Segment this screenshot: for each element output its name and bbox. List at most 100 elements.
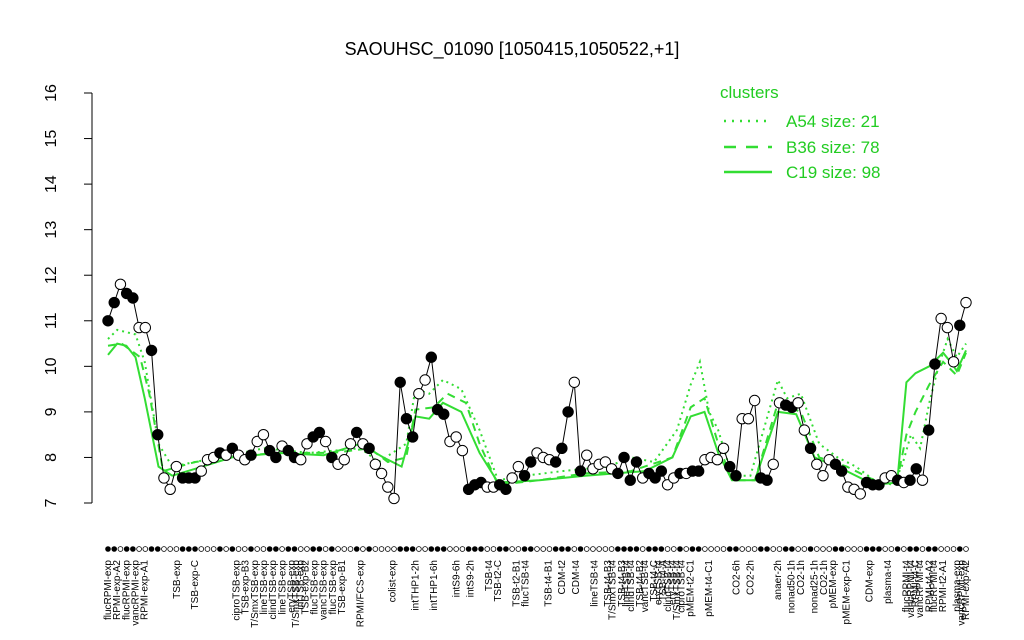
data-point (344, 438, 357, 450)
data-point (711, 454, 724, 466)
rug-mark (876, 546, 882, 552)
data-point (413, 387, 425, 400)
y-tick-label: 9 (43, 407, 60, 416)
rug-mark (341, 546, 348, 552)
rug-mark (677, 546, 683, 552)
data-point (761, 474, 773, 486)
x-tick-label: anaer-2h (773, 560, 784, 600)
rug-mark (559, 546, 565, 552)
data-point (400, 413, 413, 425)
rug-mark (198, 546, 205, 552)
rug-mark (403, 546, 410, 552)
data-point (562, 406, 574, 418)
x-tick-label: intS9-6h (452, 560, 463, 597)
rug-mark (851, 546, 857, 552)
x-tick-label: colist-exp (388, 560, 399, 603)
x-tick-label: intTHP1-6h (429, 560, 440, 611)
data-point (152, 428, 164, 441)
x-tick-label: CO2-6h (732, 560, 743, 595)
rug-mark (726, 546, 733, 552)
rug-mark (310, 546, 316, 552)
data-point (748, 394, 761, 407)
x-tick-label: RPMI-t2-A1 (938, 560, 949, 613)
x-axis-labels: flucRPMI-expRPMI-exp-A2flucRPMI-expvancR… (103, 560, 972, 628)
data-point (313, 426, 326, 439)
rug-mark (907, 546, 913, 552)
rug-mark (105, 546, 111, 552)
data-point (724, 460, 736, 473)
rug-mark (384, 546, 391, 552)
y-tick-label: 10 (43, 357, 60, 375)
rug-mark (142, 546, 149, 552)
rug-mark (260, 546, 267, 552)
rug-mark (148, 546, 155, 552)
rug-mark (472, 546, 478, 552)
x-tick-label: CO2-1h (796, 560, 807, 595)
rug-mark (521, 546, 528, 552)
rug-mark (527, 546, 534, 552)
y-axis: 7 8 9 10 11 12 13 14 15 16 (43, 84, 92, 507)
rug-mark (509, 546, 515, 552)
y-tick-label: 7 (43, 498, 60, 507)
data-point (854, 488, 867, 500)
data-point (338, 454, 350, 466)
rug-mark (210, 546, 217, 552)
rug-mark (223, 546, 229, 552)
rug-mark (484, 546, 491, 552)
rug-mark (901, 546, 907, 552)
x-tick-label: CDM-exp (865, 560, 876, 603)
rug-mark (646, 546, 652, 552)
data-point (947, 356, 960, 368)
rug-mark (963, 546, 969, 552)
rug-mark (515, 546, 522, 552)
data-point (910, 463, 922, 475)
data-point (835, 465, 848, 477)
rug-mark (173, 546, 180, 552)
rug-mark (838, 546, 845, 552)
data-point (270, 451, 282, 464)
rug-mark (689, 546, 696, 552)
data-point (512, 460, 525, 473)
data-point (929, 358, 941, 370)
x-tick-label: pMEM-t4-C1 (704, 560, 715, 617)
data-point (388, 492, 400, 505)
rug-mark (658, 546, 665, 552)
x-tick-label: pMEM-t2-C1 (686, 560, 697, 617)
data-point (717, 442, 730, 455)
rug-mark (845, 546, 851, 552)
data-point (817, 469, 829, 482)
rug-mark (490, 546, 497, 552)
data-point (195, 465, 207, 477)
rug-mark (304, 546, 310, 552)
rug-mark (720, 546, 727, 552)
data-point (935, 312, 947, 325)
rug-mark (702, 546, 708, 552)
data-point (954, 319, 966, 332)
rug-mark (297, 546, 304, 552)
data-point (692, 465, 705, 477)
data-point (941, 321, 954, 334)
x-tick-label: pMEM-exp (828, 560, 839, 609)
rug-mark (932, 546, 938, 552)
rug-mark (478, 546, 484, 552)
data-point (350, 426, 363, 439)
data-point (518, 469, 531, 482)
rug-mark (925, 546, 932, 552)
data-point (798, 424, 811, 436)
data-point (904, 474, 916, 486)
rug-mark (186, 546, 192, 552)
rug-mark (241, 546, 248, 552)
rug-mark (422, 546, 428, 552)
data-point (922, 424, 935, 436)
rug-mark (739, 546, 745, 552)
rug-mark (577, 546, 584, 552)
data-point (319, 435, 332, 448)
legend-entry-c19: C19 size: 98 (786, 163, 881, 182)
data-point (108, 296, 120, 309)
data-point (158, 472, 170, 484)
rug-mark (154, 546, 161, 552)
rug-mark (123, 546, 130, 552)
rug-mark (329, 546, 335, 552)
rug-mark (764, 546, 770, 552)
rug-mark (708, 546, 714, 552)
